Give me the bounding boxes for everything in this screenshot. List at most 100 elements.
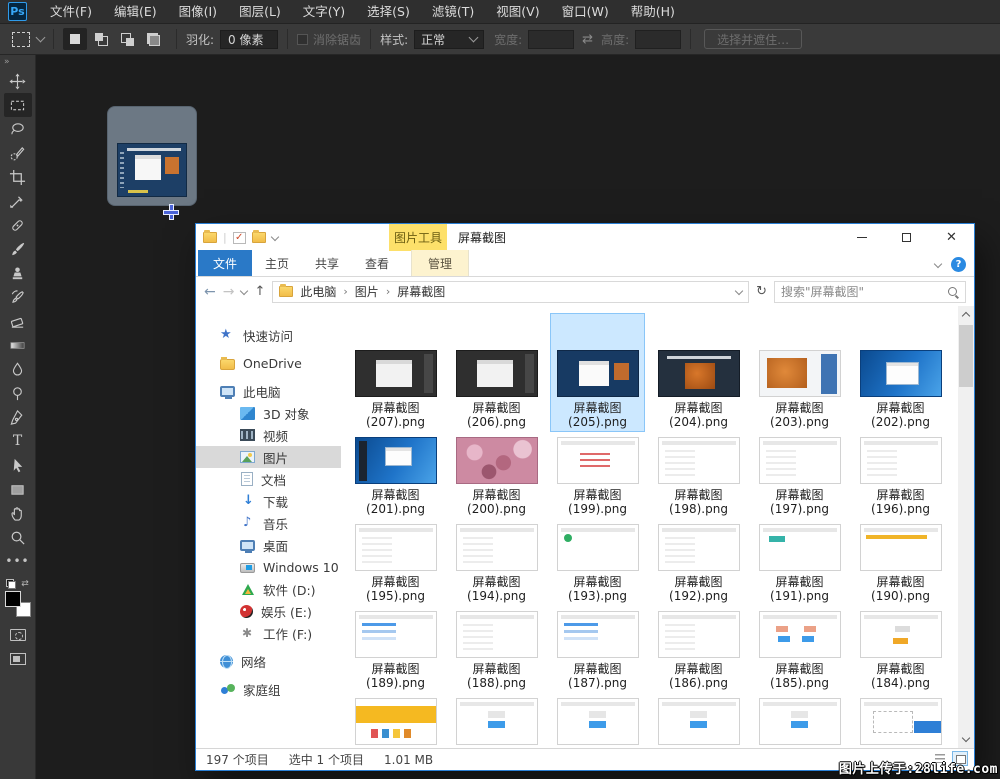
width-input[interactable] [528, 30, 574, 49]
eraser-tool[interactable] [4, 309, 32, 333]
properties-check-icon[interactable]: ✓ [233, 232, 246, 244]
file-item[interactable] [345, 698, 446, 748]
tab-管理[interactable]: 管理 [411, 250, 469, 276]
sidebar-item-OneDrive[interactable]: OneDrive [196, 352, 341, 374]
screen-mode-button[interactable] [4, 647, 32, 671]
menu-item[interactable]: 帮助(H) [620, 0, 686, 24]
path-selection-tool[interactable] [4, 453, 32, 477]
search-box[interactable] [774, 281, 966, 303]
menu-item[interactable]: 视图(V) [485, 0, 550, 24]
file-item[interactable]: 屏幕截图(201).png [345, 437, 446, 524]
breadcrumb-item[interactable]: 屏幕截图 [395, 283, 447, 300]
file-item[interactable]: 屏幕截图(185).png [749, 611, 850, 698]
swap-colors-icon[interactable]: ⇄ [21, 579, 29, 589]
menu-item[interactable]: 选择(S) [356, 0, 421, 24]
address-dropdown-chevron-icon[interactable] [735, 286, 743, 294]
clone-stamp-tool[interactable] [4, 261, 32, 285]
default-colors-icon[interactable] [6, 579, 16, 589]
file-item[interactable]: 屏幕截图(189).png [345, 611, 446, 698]
lasso-tool[interactable] [4, 117, 32, 141]
edit-toolbar-button[interactable]: ••• [4, 549, 32, 573]
breadcrumb-item[interactable]: 此电脑 [298, 283, 338, 300]
move-tool[interactable] [4, 69, 32, 93]
sidebar-item-工作 (F:)[interactable]: 工作 (F:) [196, 622, 341, 644]
rectangle-tool[interactable] [4, 477, 32, 501]
sidebar-item-图片[interactable]: 图片 [196, 446, 341, 468]
scrollbar-thumb[interactable] [959, 325, 973, 387]
crop-tool[interactable] [4, 165, 32, 189]
back-button[interactable]: ← [204, 284, 216, 300]
file-item[interactable]: 屏幕截图(192).png [648, 524, 749, 611]
tab-查看[interactable]: 查看 [352, 250, 402, 276]
tool-preset-icon[interactable] [12, 32, 30, 47]
file-item[interactable]: 屏幕截图(205).png [547, 350, 648, 437]
select-and-mask-button[interactable]: 选择并遮住… [704, 29, 802, 49]
sidebar-item-3D 对象[interactable]: 3D 对象 [196, 402, 341, 424]
forward-button[interactable]: → [223, 284, 235, 300]
quick-mask-button[interactable] [4, 623, 32, 647]
file-item-partial[interactable] [951, 611, 958, 698]
collapse-ribbon-chevron-icon[interactable] [934, 259, 942, 267]
eyedropper-tool[interactable] [4, 189, 32, 213]
brush-tool[interactable] [4, 237, 32, 261]
menu-item[interactable]: 图层(L) [228, 0, 292, 24]
sidebar-item-视频[interactable]: 视频 [196, 424, 341, 446]
blur-tool[interactable] [4, 357, 32, 381]
sidebar-item-桌面[interactable]: 桌面 [196, 534, 341, 556]
file-item[interactable] [446, 698, 547, 748]
file-item[interactable]: 屏幕截图(195).png [345, 524, 446, 611]
swap-width-height-icon[interactable]: ⇄ [582, 32, 593, 47]
feather-input[interactable]: 0 像素 [220, 30, 278, 49]
help-icon[interactable]: ? [951, 257, 966, 272]
menu-item[interactable]: 编辑(E) [103, 0, 168, 24]
zoom-tool[interactable] [4, 525, 32, 549]
file-item[interactable]: 屏幕截图(191).png [749, 524, 850, 611]
history-brush-tool[interactable] [4, 285, 32, 309]
file-item[interactable] [850, 698, 951, 748]
customize-toolbar-chevron-icon[interactable] [270, 232, 278, 240]
new-folder-icon[interactable] [252, 232, 266, 243]
sidebar-item-Windows 10 (C:)[interactable]: Windows 10 (C:) [196, 556, 341, 578]
menu-item[interactable]: 窗口(W) [551, 0, 620, 24]
file-item-partial[interactable] [951, 350, 958, 437]
sidebar-item-音乐[interactable]: 音乐 [196, 512, 341, 534]
pen-tool[interactable] [4, 405, 32, 429]
spot-healing-brush-tool[interactable] [4, 213, 32, 237]
sidebar-item-文档[interactable]: 文档 [196, 468, 341, 490]
file-item[interactable]: 屏幕截图(200).png [446, 437, 547, 524]
file-item-partial[interactable] [951, 524, 958, 611]
close-button[interactable]: ✕ [929, 224, 974, 251]
foreground-color-swatch[interactable] [5, 591, 21, 607]
file-item[interactable]: 屏幕截图(197).png [749, 437, 850, 524]
dodge-tool[interactable] [4, 381, 32, 405]
breadcrumb[interactable]: 此电脑›图片›屏幕截图 [272, 281, 749, 303]
file-item[interactable]: 屏幕截图(190).png [850, 524, 951, 611]
file-item[interactable]: 屏幕截图(202).png [850, 350, 951, 437]
rectangular-marquee-tool[interactable] [4, 93, 32, 117]
search-input[interactable] [781, 285, 947, 299]
scrollbar[interactable] [958, 306, 974, 748]
file-item[interactable]: 屏幕截图(186).png [648, 611, 749, 698]
file-item[interactable]: 屏幕截图(204).png [648, 350, 749, 437]
style-select[interactable]: 正常 [414, 30, 484, 49]
new-selection-button[interactable] [63, 28, 87, 50]
up-button[interactable]: ↑ [254, 284, 265, 299]
menu-item[interactable]: 图像(I) [168, 0, 228, 24]
explorer-title-bar[interactable]: | ✓ 图片工具 屏幕截图 ✕ [196, 224, 974, 251]
file-item[interactable]: 屏幕截图(187).png [547, 611, 648, 698]
refresh-icon[interactable]: ↻ [756, 284, 767, 299]
breadcrumb-item[interactable]: 图片 [353, 283, 381, 300]
subtract-from-selection-button[interactable] [115, 28, 139, 50]
file-item[interactable]: 屏幕截图(203).png [749, 350, 850, 437]
window-menu-folder-icon[interactable] [203, 232, 217, 243]
hand-tool[interactable] [4, 501, 32, 525]
menu-item[interactable]: 滤镜(T) [421, 0, 485, 24]
sidebar-item-此电脑[interactable]: 此电脑 [196, 380, 341, 402]
tool-preset-chevron-icon[interactable] [36, 33, 46, 43]
height-input[interactable] [635, 30, 681, 49]
minimize-button[interactable] [839, 224, 884, 251]
tab-共享[interactable]: 共享 [302, 250, 352, 276]
sidebar-item-下载[interactable]: 下载 [196, 490, 341, 512]
add-to-selection-button[interactable] [89, 28, 113, 50]
maximize-button[interactable] [884, 224, 929, 251]
